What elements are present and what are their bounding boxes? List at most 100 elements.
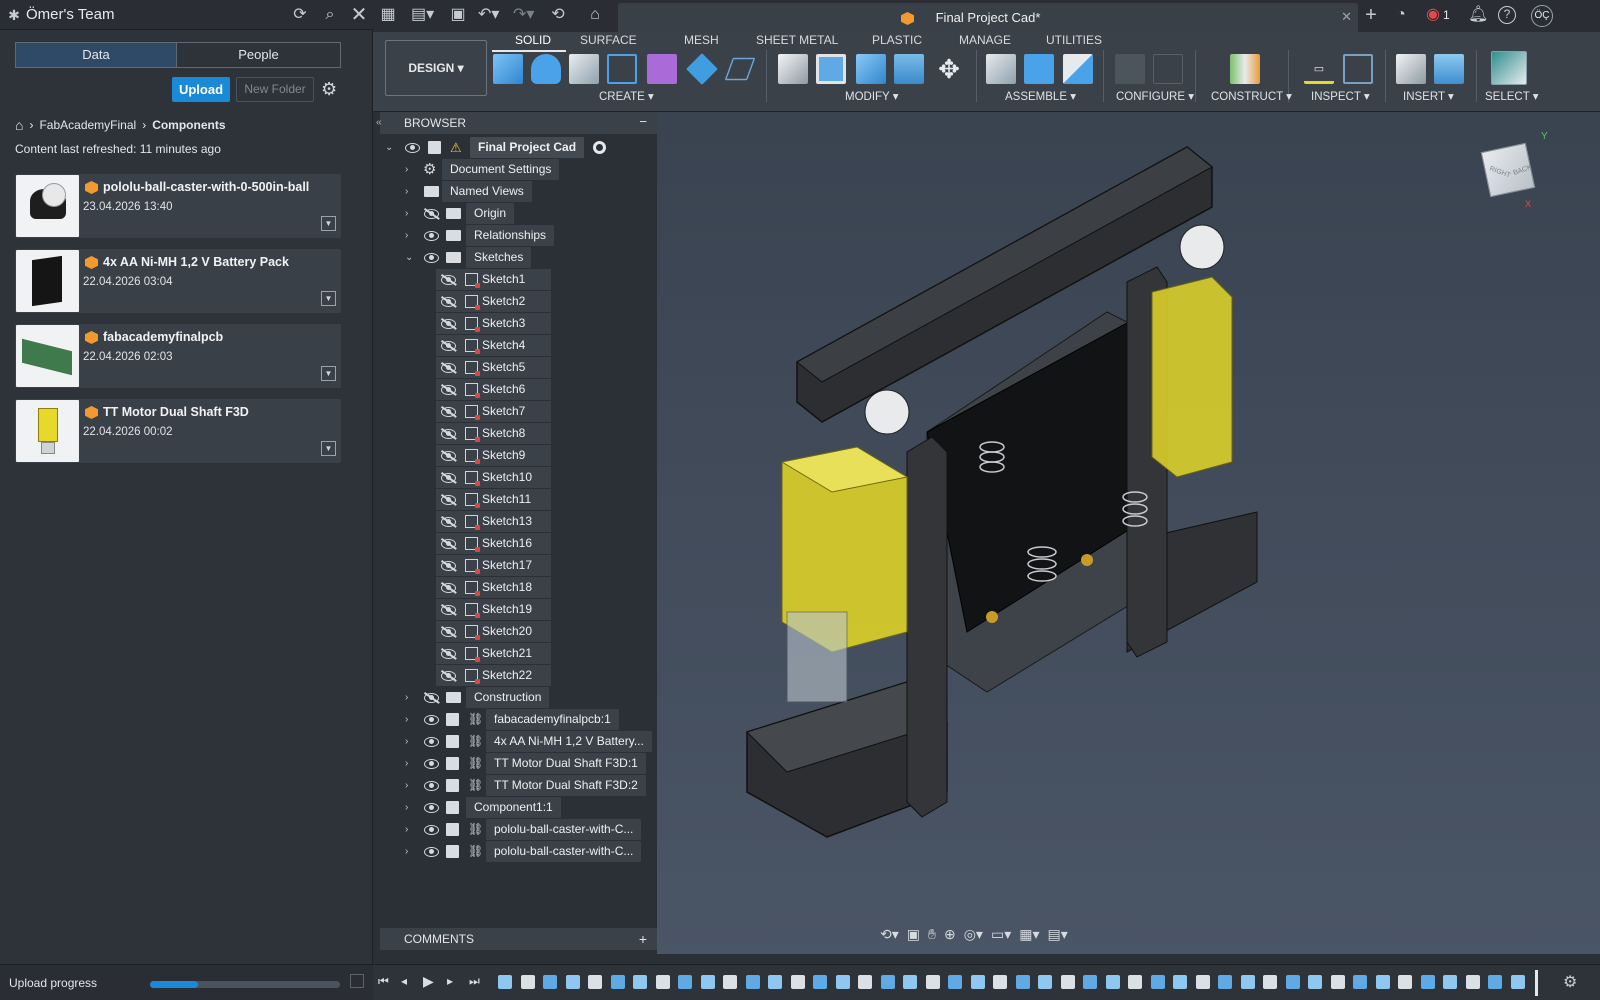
timeline-feature-icon[interactable] [1038,975,1052,989]
timeline-feature-icon[interactable] [858,975,872,989]
sketch-item[interactable]: Sketch13 [380,511,657,532]
eye-icon[interactable] [441,341,456,351]
chevron-down-icon[interactable]: ▼ [321,366,336,381]
sketch-item[interactable]: Sketch6 [380,379,657,400]
timeline-feature-icon[interactable] [610,975,625,989]
sketch-item[interactable]: Sketch2 [380,291,657,312]
eye-icon[interactable] [441,539,456,549]
timeline-feature-icon[interactable] [1398,975,1412,989]
timeline-feature-icon[interactable] [678,975,692,989]
group-inspect[interactable]: INSPECT ▾ [1311,89,1370,103]
group-configure[interactable]: CONFIGURE ▾ [1116,89,1194,103]
browser-item[interactable]: › ⛓ pololu-ball-caster-with-C... [380,819,657,840]
browser-item[interactable]: › Construction [380,687,657,708]
chevron-right-icon[interactable]: › [405,687,408,708]
timeline-feature-icon[interactable] [1083,975,1097,989]
chevron-down-icon[interactable]: ⌄ [405,247,413,268]
go-to-end-icon[interactable]: ⏭ [469,974,480,989]
viewports-icon[interactable]: ▤▾ [1048,926,1068,948]
new-folder-button[interactable]: New Folder [236,77,314,102]
timeline-marker[interactable] [1535,970,1538,996]
eye-icon[interactable] [424,253,439,263]
chevron-down-icon[interactable]: ▼ [321,291,336,306]
timeline-feature-icon[interactable] [1060,975,1075,989]
timeline-feature-icon[interactable] [1195,975,1210,989]
canvas-icon[interactable] [1434,54,1464,84]
eye-icon[interactable] [441,275,456,285]
sketch-item[interactable]: Sketch7 [380,401,657,422]
eye-icon[interactable] [424,759,439,769]
timeline-feature-icon[interactable] [1510,975,1525,989]
home-icon[interactable]: ⌂ [585,5,605,25]
joint-icon[interactable] [1024,54,1054,84]
insert-component-icon[interactable] [986,54,1016,84]
eye-icon[interactable] [424,715,439,725]
timeline-feature-icon[interactable] [700,975,715,989]
timeline-feature-icon[interactable] [1420,975,1435,989]
chevron-right-icon[interactable]: › [405,203,408,224]
workspace-switcher[interactable]: DESIGN ▾ [385,40,487,96]
timeline-feature-icon[interactable] [1240,975,1255,989]
sketch-item[interactable]: Sketch18 [380,577,657,598]
sketch-item[interactable]: Sketch8 [380,423,657,444]
sketch-item[interactable]: Sketch11 [380,489,657,510]
eye-icon[interactable] [441,495,456,505]
browser-item[interactable]: › ⛓ 4x AA Ni-MH 1,2 V Battery... [380,731,657,752]
help-icon[interactable]: ? [1498,6,1516,24]
timeline-feature-icon[interactable] [813,975,827,989]
tab-utilities[interactable]: UTILITIES [1046,33,1102,47]
revolve-icon[interactable] [569,54,599,84]
sketch-item[interactable]: Sketch5 [380,357,657,378]
chevron-right-icon[interactable]: › [405,841,408,862]
timeline-feature-icon[interactable] [655,975,670,989]
eye-icon[interactable] [424,693,439,703]
eye-icon[interactable] [424,781,439,791]
eye-icon[interactable] [441,605,456,615]
go-to-start-icon[interactable]: ⏮ [378,974,389,989]
as-built-joint-icon[interactable] [1063,54,1093,84]
comments-panel[interactable]: COMMENTS + [380,928,657,950]
browser-item[interactable]: ⌄ Sketches [380,247,657,268]
eye-icon[interactable] [405,143,420,153]
eye-icon[interactable] [441,473,456,483]
3d-viewport[interactable]: RIGHT BACK Y X [657,112,1600,954]
new-component-icon[interactable] [493,54,523,84]
timeline-feature-icon[interactable] [1105,975,1120,989]
timeline-feature-icon[interactable] [835,975,850,989]
measure-icon[interactable]: ▭ [1304,54,1334,84]
timeline-feature-icon[interactable] [588,975,602,989]
browser-item[interactable]: › ⚙ Document Settings [380,159,657,180]
eye-icon[interactable] [424,803,439,813]
job-status-icon[interactable]: ◔ [1391,5,1411,25]
timeline-feature-icon[interactable] [925,975,940,989]
timeline-feature-icon[interactable] [1173,975,1187,989]
document-tab[interactable]: Final Project Cad* ✕ [618,3,1358,32]
browser-item[interactable]: › Relationships [380,225,657,246]
timeline-feature-icon[interactable] [565,975,580,989]
timeline-feature-icon[interactable] [543,975,557,989]
close-icon[interactable]: ✕ [349,5,369,25]
eye-icon[interactable] [441,319,456,329]
eye-icon[interactable] [441,429,456,439]
tab-solid[interactable]: SOLID [515,33,551,47]
eye-icon[interactable] [441,671,456,681]
sketch-item[interactable]: Sketch20 [380,621,657,642]
browser-item[interactable]: › ⛓ TT Motor Dual Shaft F3D:1 [380,753,657,774]
form-icon[interactable] [647,54,677,84]
sketch-item[interactable]: Sketch9 [380,445,657,466]
browser-item[interactable]: › Named Views [380,181,657,202]
eye-icon[interactable] [441,385,456,395]
timeline-feature-icon[interactable] [993,975,1007,989]
file-card[interactable]: 4x AA Ni-MH 1,2 V Battery Pack 22.04.202… [15,249,341,313]
browser-item[interactable]: › Component1:1 [380,797,657,818]
table-icon[interactable] [1153,54,1183,84]
pattern-icon[interactable] [724,57,756,81]
save-icon[interactable]: ▣ [448,5,468,25]
timeline-feature-icon[interactable] [1285,975,1300,989]
shell-icon[interactable] [894,54,924,84]
chevron-right-icon[interactable]: › [405,225,408,246]
configure-icon[interactable] [1115,54,1145,84]
insert-derive-icon[interactable] [1396,54,1426,84]
eye-icon[interactable] [424,231,439,241]
look-at-icon[interactable]: ▣ [907,926,920,948]
